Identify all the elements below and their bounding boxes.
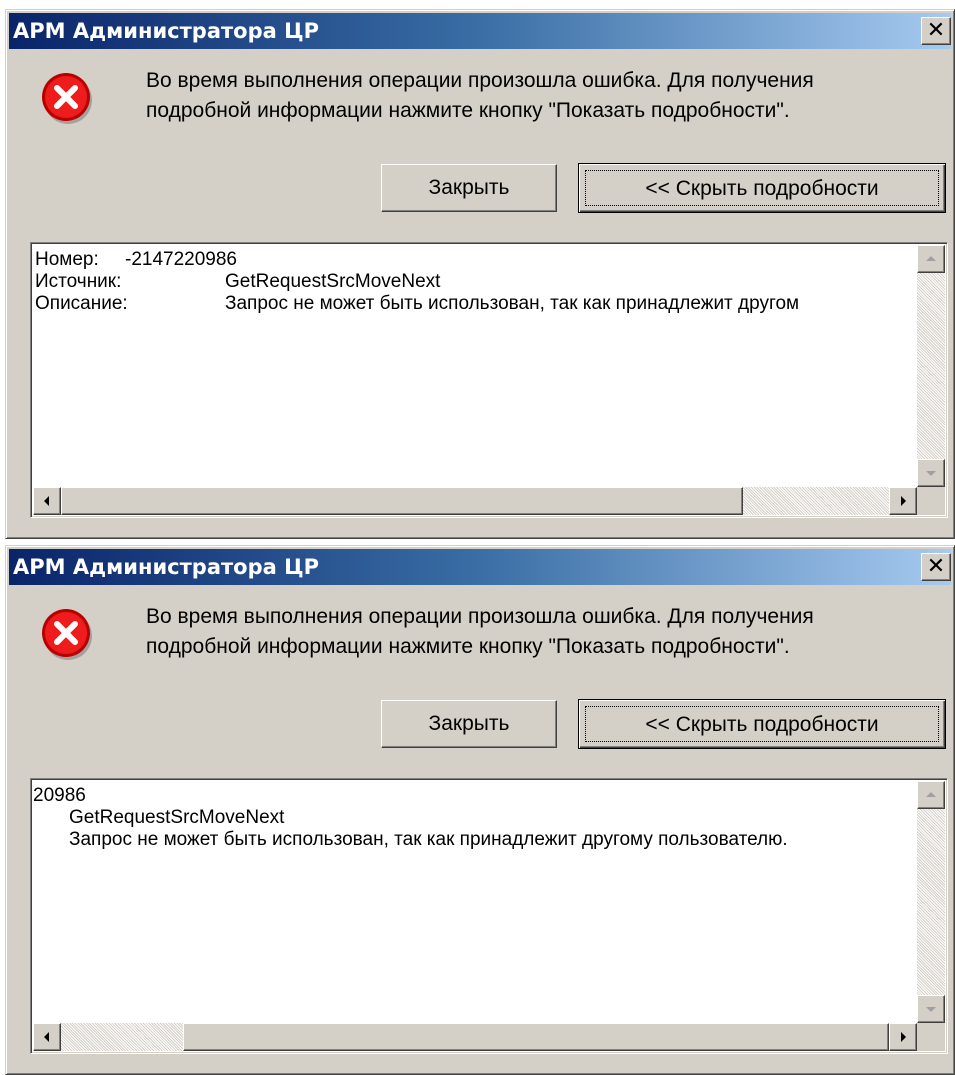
up-arrow-icon	[926, 256, 936, 261]
hide-details-button[interactable]: << Скрыть подробности	[578, 699, 946, 749]
description-value: Запрос не может быть использован, так ка…	[225, 293, 800, 314]
error-message: Во время выполнения операции произошла о…	[146, 66, 926, 126]
vertical-scrollbar[interactable]	[917, 245, 945, 487]
down-arrow-icon	[926, 471, 936, 476]
scroll-right-button[interactable]	[889, 1023, 917, 1051]
scroll-down-button[interactable]	[917, 459, 945, 487]
up-arrow-icon	[926, 792, 936, 797]
right-arrow-icon	[901, 1032, 906, 1042]
close-button[interactable]: Закрыть	[381, 700, 557, 748]
scroll-up-button[interactable]	[917, 245, 945, 273]
window-title: АРМ Администратора ЦР	[13, 19, 319, 43]
error-icon	[42, 609, 92, 660]
details-textbox[interactable]: Номер: -2147220986 Источник: GetRequestS…	[30, 242, 948, 518]
scrollbar-corner	[917, 487, 945, 515]
details-content: 20986 GetRequestSrcMoveNext Запрос не мо…	[33, 781, 917, 1023]
close-window-button[interactable]: ✕	[921, 17, 951, 45]
scroll-down-button[interactable]	[917, 995, 945, 1023]
right-arrow-icon	[901, 496, 906, 506]
left-arrow-icon	[44, 496, 49, 506]
error-dialog: АРМ Администратора ЦР ✕ Во время выполне…	[5, 9, 955, 539]
source-value: GetRequestSrcMoveNext	[225, 271, 441, 292]
number-label: Номер:	[35, 249, 99, 270]
close-button[interactable]: Закрыть	[381, 164, 557, 212]
message-line: Во время выполнения операции произошла о…	[146, 605, 814, 628]
scroll-right-button[interactable]	[889, 487, 917, 515]
description-label: Описание:	[35, 293, 128, 314]
horizontal-scrollbar[interactable]	[33, 1023, 917, 1051]
source-label: Источник:	[35, 271, 122, 292]
horizontal-scrollbar[interactable]	[33, 487, 917, 515]
details-textbox[interactable]: 20986 GetRequestSrcMoveNext Запрос не мо…	[30, 778, 948, 1054]
source-value: GetRequestSrcMoveNext	[69, 807, 285, 828]
error-icon	[42, 73, 92, 124]
scroll-left-button[interactable]	[33, 487, 61, 515]
message-line: подробной информации нажмите кнопку "Пок…	[146, 635, 790, 658]
vertical-scrollbar[interactable]	[917, 781, 945, 1023]
details-content: Номер: -2147220986 Источник: GetRequestS…	[33, 245, 917, 487]
down-arrow-icon	[926, 1007, 936, 1012]
message-line: Во время выполнения операции произошла о…	[146, 69, 814, 92]
number-value: 20986	[33, 785, 86, 806]
hide-details-label: << Скрыть подробности	[585, 706, 939, 742]
error-dialog: АРМ Администратора ЦР ✕ Во время выполне…	[5, 545, 955, 1075]
description-value: Запрос не может быть использован, так ка…	[69, 829, 788, 850]
title-bar[interactable]: АРМ Администратора ЦР ✕	[9, 549, 951, 585]
close-window-button[interactable]: ✕	[921, 553, 951, 581]
scroll-left-button[interactable]	[33, 1023, 61, 1051]
scroll-thumb[interactable]	[183, 1023, 889, 1051]
error-message: Во время выполнения операции произошла о…	[146, 602, 926, 662]
scroll-up-button[interactable]	[917, 781, 945, 809]
scroll-thumb[interactable]	[61, 487, 743, 515]
scrollbar-corner	[917, 1023, 945, 1051]
left-arrow-icon	[44, 1032, 49, 1042]
window-title: АРМ Администратора ЦР	[13, 555, 319, 579]
message-line: подробной информации нажмите кнопку "Пок…	[146, 99, 790, 122]
title-bar[interactable]: АРМ Администратора ЦР ✕	[9, 13, 951, 49]
number-value: -2147220986	[125, 249, 237, 270]
hide-details-label: << Скрыть подробности	[585, 170, 939, 206]
hide-details-button[interactable]: << Скрыть подробности	[578, 163, 946, 213]
